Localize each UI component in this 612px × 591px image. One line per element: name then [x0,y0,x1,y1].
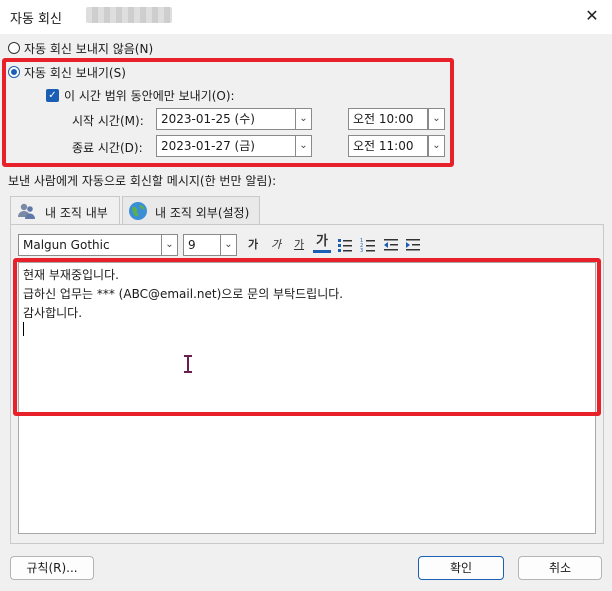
end-date-field[interactable]: 2023-01-27 (금) [156,135,296,157]
underline-button[interactable]: 가 [290,236,308,254]
message-text: 현재 부재중입니다. 급하신 업무는 *** (ABC@email.net)으로… [23,266,343,323]
ok-button[interactable]: 확인 [418,556,504,580]
text-caret [23,322,24,336]
people-icon [18,203,35,219]
end-time-label: 종료 시간(D): [72,141,143,155]
bold-button[interactable]: 가 [244,236,262,254]
font-color-button[interactable]: 가 [313,234,331,253]
window-title: 자동 회신 [10,12,62,27]
start-date-dropdown[interactable]: ⌄ [295,108,312,130]
font-name-dropdown[interactable]: ⌄ [161,234,178,256]
font-size-field[interactable]: 9 [183,234,221,256]
redacted-title-text [86,7,172,23]
font-name-field[interactable]: Malgun Gothic [18,234,162,256]
close-icon[interactable]: ✕ [580,5,604,27]
message-section-label: 보낸 사람에게 자동으로 회신할 메시지(한 번만 알림): [8,174,277,188]
tab-inside-org[interactable]: 내 조직 내부 [10,196,120,224]
start-time-label: 시작 시간(M): [72,114,144,128]
message-line: 급하신 업무는 *** (ABC@email.net)으로 문의 부탁드립니다. [23,287,344,301]
time-range-checkbox[interactable]: ✓ [46,89,59,102]
start-date-field[interactable]: 2023-01-25 (수) [156,108,296,130]
bullet-list-icon[interactable] [337,237,353,253]
tab-outside-org-label: 내 조직 외부(설정) [155,206,250,220]
globe-icon [129,202,147,220]
start-time-field[interactable]: 오전 10:00 [348,108,428,130]
message-line: 현재 부재중입니다. [23,268,119,282]
time-range-label: 이 시간 범위 동안에만 보내기(O): [64,89,235,103]
no-auto-reply-radio[interactable] [8,42,20,54]
ibeam-cursor-icon [184,355,192,373]
end-time-dropdown[interactable]: ⌄ [428,135,445,157]
tab-inside-org-label: 내 조직 내부 [45,206,108,220]
font-size-dropdown[interactable]: ⌄ [220,234,237,256]
message-line: 감사합니다. [23,306,83,320]
end-time-field[interactable]: 오전 11:00 [348,135,428,157]
svg-text:3: 3 [360,248,363,253]
cancel-button[interactable]: 취소 [518,556,602,580]
numbered-list-icon[interactable]: 1 2 3 [360,237,376,253]
rules-button[interactable]: 규칙(R)... [10,556,94,580]
increase-indent-icon[interactable] [405,237,421,253]
end-date-dropdown[interactable]: ⌄ [295,135,312,157]
decrease-indent-icon[interactable] [383,237,399,253]
start-time-dropdown[interactable]: ⌄ [428,108,445,130]
send-auto-reply-label: 자동 회신 보내기(S) [24,66,126,80]
no-auto-reply-label: 자동 회신 보내지 않음(N) [24,42,154,56]
tab-outside-org[interactable]: 내 조직 외부(설정) [122,196,260,224]
send-auto-reply-radio[interactable] [8,66,20,78]
italic-button[interactable]: 가 [267,236,285,254]
